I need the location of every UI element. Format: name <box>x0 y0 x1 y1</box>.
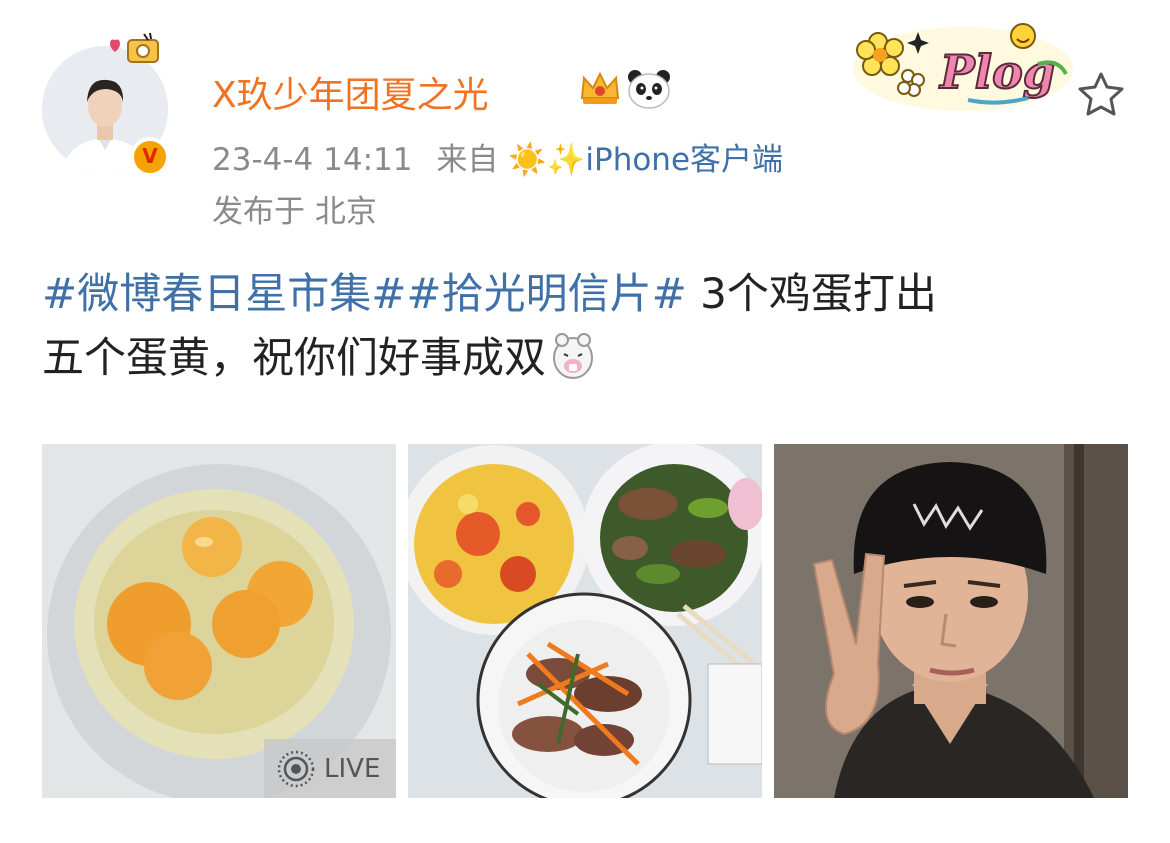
post-text-line2: 五个蛋黄，祝你们好事成双 <box>42 333 547 382</box>
from-label: 来自 <box>436 142 499 178</box>
live-badge[interactable]: LIVE <box>264 739 396 798</box>
post-meta: 23-4-4 14:11 来自 ☀️✨iPhone客户端 <box>212 134 783 179</box>
live-photo-icon <box>277 750 315 787</box>
plog-sticker-icon[interactable]: Plog <box>838 14 1078 114</box>
timestamp: 23-4-4 14:11 <box>212 142 413 178</box>
sun-sparkle-emoji-icon: ☀️✨ <box>508 142 586 178</box>
topic-link-2[interactable]: #拾光明信片# <box>406 269 686 318</box>
username[interactable]: X玖少年团夏之光 <box>212 66 489 118</box>
selfie-photo[interactable] <box>774 444 1128 798</box>
post-content: #微博春日星市集##拾光明信片# 3个鸡蛋打出 五个蛋黄，祝你们好事成双 <box>42 262 1132 390</box>
topic-link-1[interactable]: #微博春日星市集# <box>42 269 406 318</box>
dishes-photo[interactable] <box>408 444 762 798</box>
verified-badge-icon: V <box>130 137 170 177</box>
live-label: LIVE <box>324 753 381 784</box>
plog-label: Plog <box>938 45 1055 99</box>
alpaca-emoji-icon <box>553 333 594 379</box>
location-text: 发布于 北京 <box>212 194 377 230</box>
panda-icon <box>628 70 670 109</box>
source-link[interactable]: iPhone客户端 <box>585 142 783 178</box>
post-text-line1: 3个鸡蛋打出 <box>686 269 937 318</box>
camera-decoration-icon <box>110 32 159 63</box>
star-outline-icon[interactable] <box>1076 70 1126 118</box>
crown-icon <box>580 71 620 104</box>
